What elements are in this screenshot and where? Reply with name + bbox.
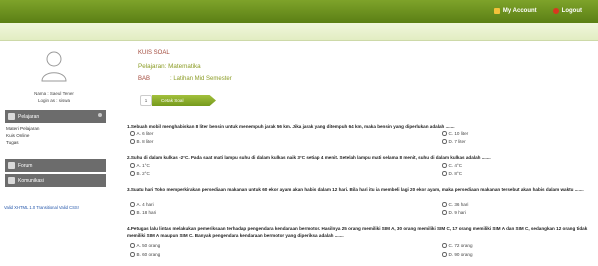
option-label: D. 9 hari xyxy=(448,210,466,215)
radio-icon[interactable] xyxy=(130,163,135,168)
collapse-icon xyxy=(98,113,102,117)
top-links: My Account Logout xyxy=(493,8,582,14)
sub-header-bar xyxy=(0,23,598,41)
question-4: 4.Petugas lalu lintas melakukan pemeriks… xyxy=(127,226,595,239)
answer-option[interactable]: C. 36 hari xyxy=(442,202,468,207)
radio-icon[interactable] xyxy=(442,139,447,144)
radio-icon[interactable] xyxy=(130,210,135,215)
user-avatar-icon xyxy=(41,51,67,82)
answer-option[interactable]: C. 4°C xyxy=(442,163,462,168)
account-icon xyxy=(493,8,500,14)
option-label: B. 8 liter xyxy=(136,139,154,144)
print-quiz-button[interactable]: Cetak Soal xyxy=(152,95,216,106)
book-icon xyxy=(8,113,15,120)
answer-option[interactable]: C. 72 orang xyxy=(442,243,473,248)
page-title: KUIS SOAL xyxy=(138,50,170,56)
option-label: A. 6 liter xyxy=(136,131,154,136)
option-label: B. 60 orang xyxy=(136,252,161,257)
sidebar-section-label: Pelajaran xyxy=(18,113,40,120)
option-label: A. 4 hari xyxy=(136,202,154,207)
option-label: A. 1°C xyxy=(136,163,150,168)
option-label: D. 8°C xyxy=(448,171,463,176)
radio-icon[interactable] xyxy=(442,171,447,176)
option-label: C. 4°C xyxy=(448,163,463,168)
radio-icon[interactable] xyxy=(130,171,135,176)
radio-icon[interactable] xyxy=(130,243,135,248)
step-number: 1 xyxy=(140,95,152,106)
quiz-header: KUIS SOAL Pelajaran: Matematika BAB : La… xyxy=(126,46,586,116)
sidebar-section-komunikasi[interactable]: Komunikasi xyxy=(5,174,106,187)
radio-icon[interactable] xyxy=(130,139,135,144)
option-label: D. 90 orang xyxy=(448,252,473,257)
question-text: 2.Suhu di dalam kulkas -2°C. Pada saat m… xyxy=(127,155,491,160)
answer-option[interactable]: B. 18 hari xyxy=(130,210,156,215)
sidebar: Nama : Saeul Tener Login as : siswa Pela… xyxy=(2,41,106,266)
my-account-label: My Account xyxy=(502,8,537,14)
sidebar-section-label: Komunikasi xyxy=(18,177,44,184)
user-login-role: Login as : siswa xyxy=(37,98,71,103)
question-text: 1.Sebuah mobil menghabiskan 8 liter bens… xyxy=(127,124,455,129)
option-label: D. 7 liter xyxy=(448,139,466,144)
sidebar-section-label: Forum xyxy=(18,162,33,169)
radio-icon[interactable] xyxy=(130,131,135,136)
answer-option[interactable]: A. 1°C xyxy=(130,163,150,168)
option-label: B. 2°C xyxy=(136,171,150,176)
question-text: 3.Suatu hari Toko memperkirakan persedia… xyxy=(127,187,584,192)
top-bar: My Account Logout xyxy=(0,0,598,23)
answer-option[interactable]: D. 8°C xyxy=(442,171,462,176)
question-2: 2.Suhu di dalam kulkas -2°C. Pada saat m… xyxy=(127,155,595,162)
question-1: 1.Sebuah mobil menghabiskan 8 liter bens… xyxy=(127,124,595,131)
sidebar-item-kuis[interactable]: Kuis Online xyxy=(6,133,30,138)
radio-icon[interactable] xyxy=(130,252,135,257)
option-label: C. 36 hari xyxy=(448,202,469,207)
question-3: 3.Suatu hari Toko memperkirakan persedia… xyxy=(127,187,595,194)
user-name: Nama : Saeul Tener xyxy=(34,91,74,96)
answer-option[interactable]: D. 90 orang xyxy=(442,252,473,257)
radio-icon[interactable] xyxy=(130,202,135,207)
answer-option[interactable]: D. 7 liter xyxy=(442,139,466,144)
answer-option[interactable]: A. 4 hari xyxy=(130,202,154,207)
answer-option[interactable]: A. 6 liter xyxy=(130,131,153,136)
answer-option[interactable]: C. 10 liter xyxy=(442,131,468,136)
message-icon xyxy=(8,177,15,184)
option-label: A. 50 orang xyxy=(136,243,161,248)
answer-option[interactable]: D. 9 hari xyxy=(442,210,466,215)
radio-icon[interactable] xyxy=(442,163,447,168)
logout-label: Logout xyxy=(561,8,582,14)
answer-option[interactable]: B. 60 orang xyxy=(130,252,160,257)
my-account-link[interactable]: My Account xyxy=(493,8,537,14)
logout-icon xyxy=(552,8,559,14)
question-text: 4.Petugas lalu lintas melakukan pemeriks… xyxy=(127,226,588,238)
option-label: C. 72 orang xyxy=(448,243,473,248)
bab-title: : Latihan Mid Semester xyxy=(170,76,232,82)
validator-links[interactable]: Valid XHTML 1.0 Transitional Valid CSS! xyxy=(4,205,79,210)
forum-icon xyxy=(8,162,15,169)
radio-icon[interactable] xyxy=(442,243,447,248)
sidebar-section-forum[interactable]: Forum xyxy=(5,159,106,172)
radio-icon[interactable] xyxy=(442,210,447,215)
answer-option[interactable]: A. 50 orang xyxy=(130,243,160,248)
sidebar-item-tugas[interactable]: Tugas xyxy=(6,140,19,145)
sidebar-item-materi[interactable]: Materi Pelajaran xyxy=(6,126,39,131)
answer-option[interactable]: B. 8 liter xyxy=(130,139,153,144)
option-label: B. 18 hari xyxy=(136,210,157,215)
option-label: C. 10 liter xyxy=(448,131,469,136)
sidebar-section-pelajaran[interactable]: Pelajaran xyxy=(5,110,106,123)
logout-link[interactable]: Logout xyxy=(552,8,582,14)
subject-label: Pelajaran: Matematika xyxy=(138,63,201,70)
radio-icon[interactable] xyxy=(442,252,447,257)
radio-icon[interactable] xyxy=(442,131,447,136)
radio-icon[interactable] xyxy=(442,202,447,207)
answer-option[interactable]: B. 2°C xyxy=(130,171,150,176)
bab-label: BAB xyxy=(138,76,151,82)
